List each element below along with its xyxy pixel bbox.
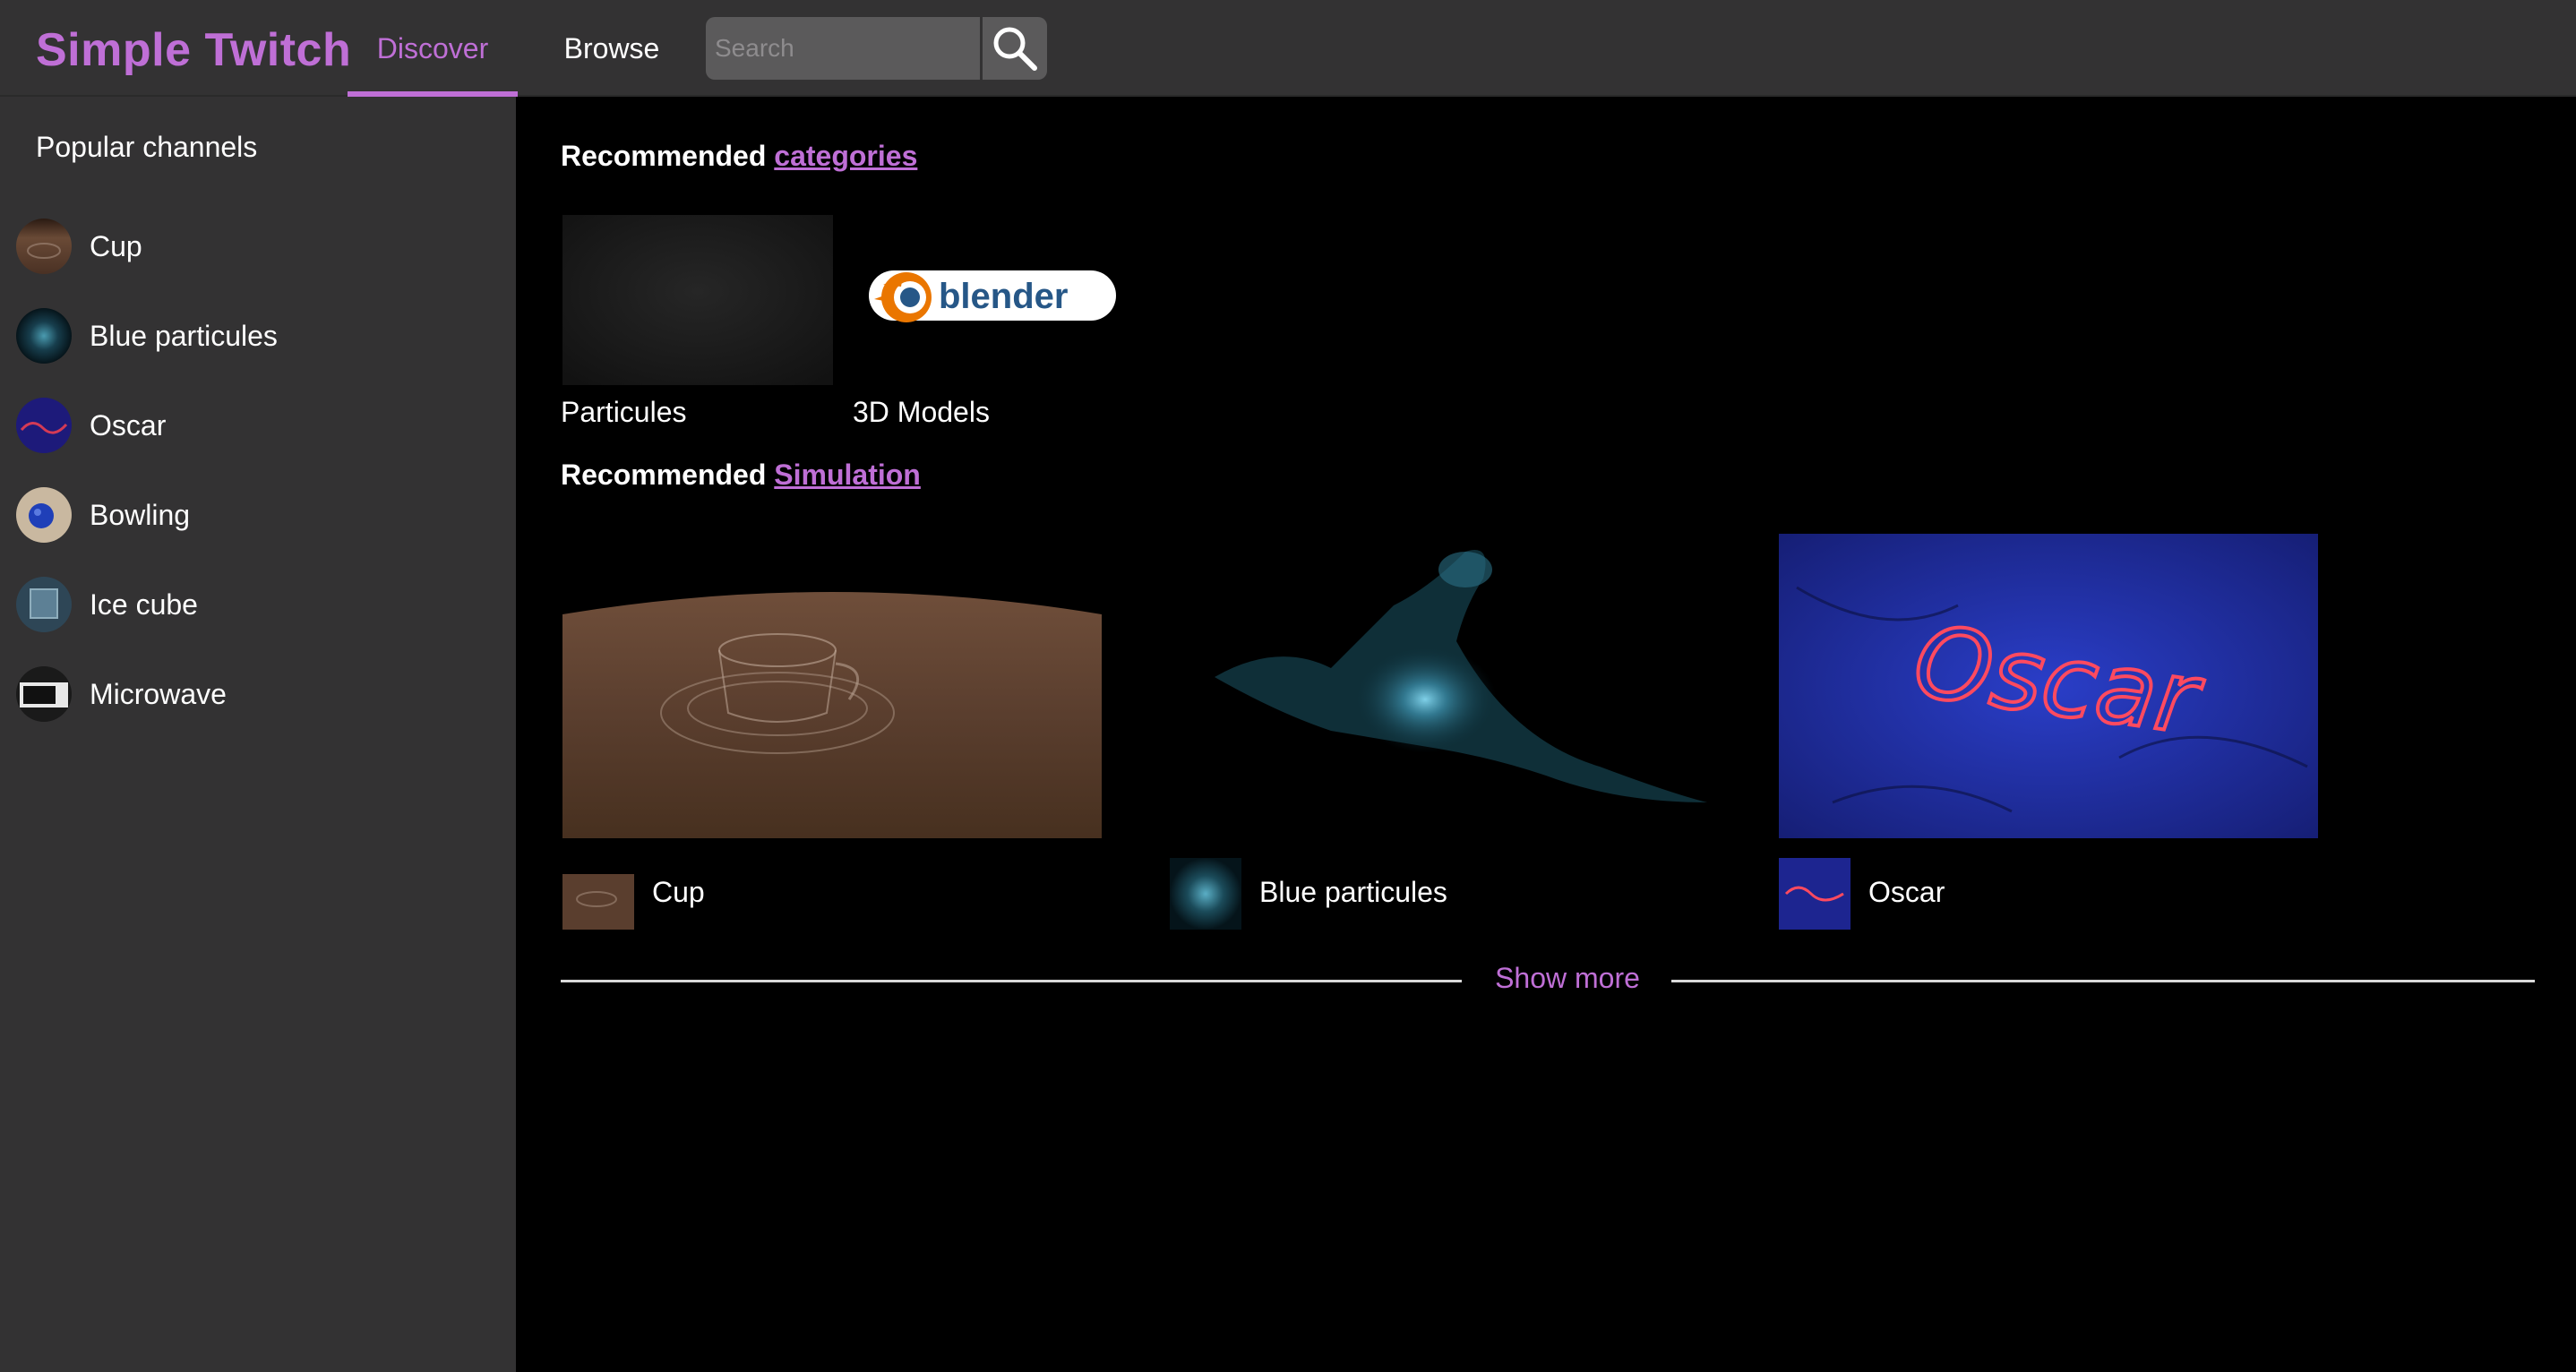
sidebar-item-blue-particules[interactable]: Blue particules	[0, 296, 516, 376]
sidebar-item-oscar[interactable]: Oscar	[0, 385, 516, 466]
categories-heading: Recommended categories	[561, 140, 918, 172]
avatar	[16, 219, 72, 274]
divider	[561, 980, 1462, 982]
show-more-button[interactable]: Show more	[1480, 962, 1655, 995]
divider	[1671, 980, 2535, 982]
brand-logo[interactable]: Simple Twitch	[36, 23, 351, 77]
simulation-heading: Recommended Simulation	[561, 459, 921, 491]
stream-thumbnail	[1170, 534, 1709, 838]
stream-name: Blue particules	[1259, 876, 1447, 908]
sidebar-item-label: Ice cube	[90, 587, 198, 621]
sidebar-item-label: Blue particules	[90, 319, 278, 352]
blender-wordmark: blender	[939, 277, 1068, 316]
stream-avatar	[1170, 858, 1241, 930]
tab-browse[interactable]: Browse	[537, 0, 686, 97]
search-input[interactable]	[706, 17, 980, 80]
sidebar-item-label: Bowling	[90, 498, 191, 531]
category-thumbnail: blender	[856, 215, 1130, 385]
avatar	[16, 487, 72, 543]
stream-card-blue-particules[interactable]: Blue particules	[1170, 534, 1709, 930]
category-thumbnail	[562, 215, 833, 385]
stream-card-cup[interactable]: Cup	[562, 534, 1102, 930]
category-card-3d-models[interactable]: blender 3D Models	[853, 215, 1130, 429]
sidebar-item-microwave[interactable]: Microwave	[0, 654, 516, 734]
avatar	[16, 308, 72, 364]
stream-name: Cup	[652, 876, 705, 908]
stream-thumbnail	[562, 534, 1102, 838]
sidebar: Popular channels Cup Blue particules Osc…	[0, 97, 516, 1372]
avatar	[16, 577, 72, 632]
sidebar-item-label: Cup	[90, 229, 142, 262]
search-icon	[993, 27, 1037, 71]
category-label: Particules	[561, 396, 687, 428]
sidebar-title: Popular channels	[36, 131, 258, 163]
stream-thumbnail: Oscar	[1779, 534, 2318, 838]
show-more-row: Show more	[561, 962, 2535, 998]
top-bar: Simple Twitch Discover Browse	[0, 0, 2576, 97]
sidebar-item-label: Oscar	[90, 408, 167, 442]
simulation-link[interactable]: Simulation	[774, 459, 921, 491]
category-card-particules[interactable]: Particules	[561, 215, 833, 429]
main-content: Recommended categories Particules blende…	[516, 97, 2576, 1372]
stream-avatar	[562, 858, 634, 930]
stream-avatar	[1779, 858, 1850, 930]
categories-link[interactable]: categories	[774, 140, 917, 172]
avatar	[16, 666, 72, 722]
search-button[interactable]	[983, 17, 1047, 80]
avatar	[16, 398, 72, 453]
stream-name: Oscar	[1868, 876, 1945, 908]
sidebar-item-label: Microwave	[90, 677, 227, 710]
sidebar-item-ice-cube[interactable]: Ice cube	[0, 564, 516, 645]
tab-discover[interactable]: Discover	[348, 0, 518, 97]
stream-card-oscar[interactable]: Oscar Oscar	[1779, 534, 2318, 930]
sidebar-item-cup[interactable]: Cup	[0, 206, 516, 287]
sidebar-item-bowling[interactable]: Bowling	[0, 475, 516, 555]
category-label: 3D Models	[853, 396, 990, 428]
